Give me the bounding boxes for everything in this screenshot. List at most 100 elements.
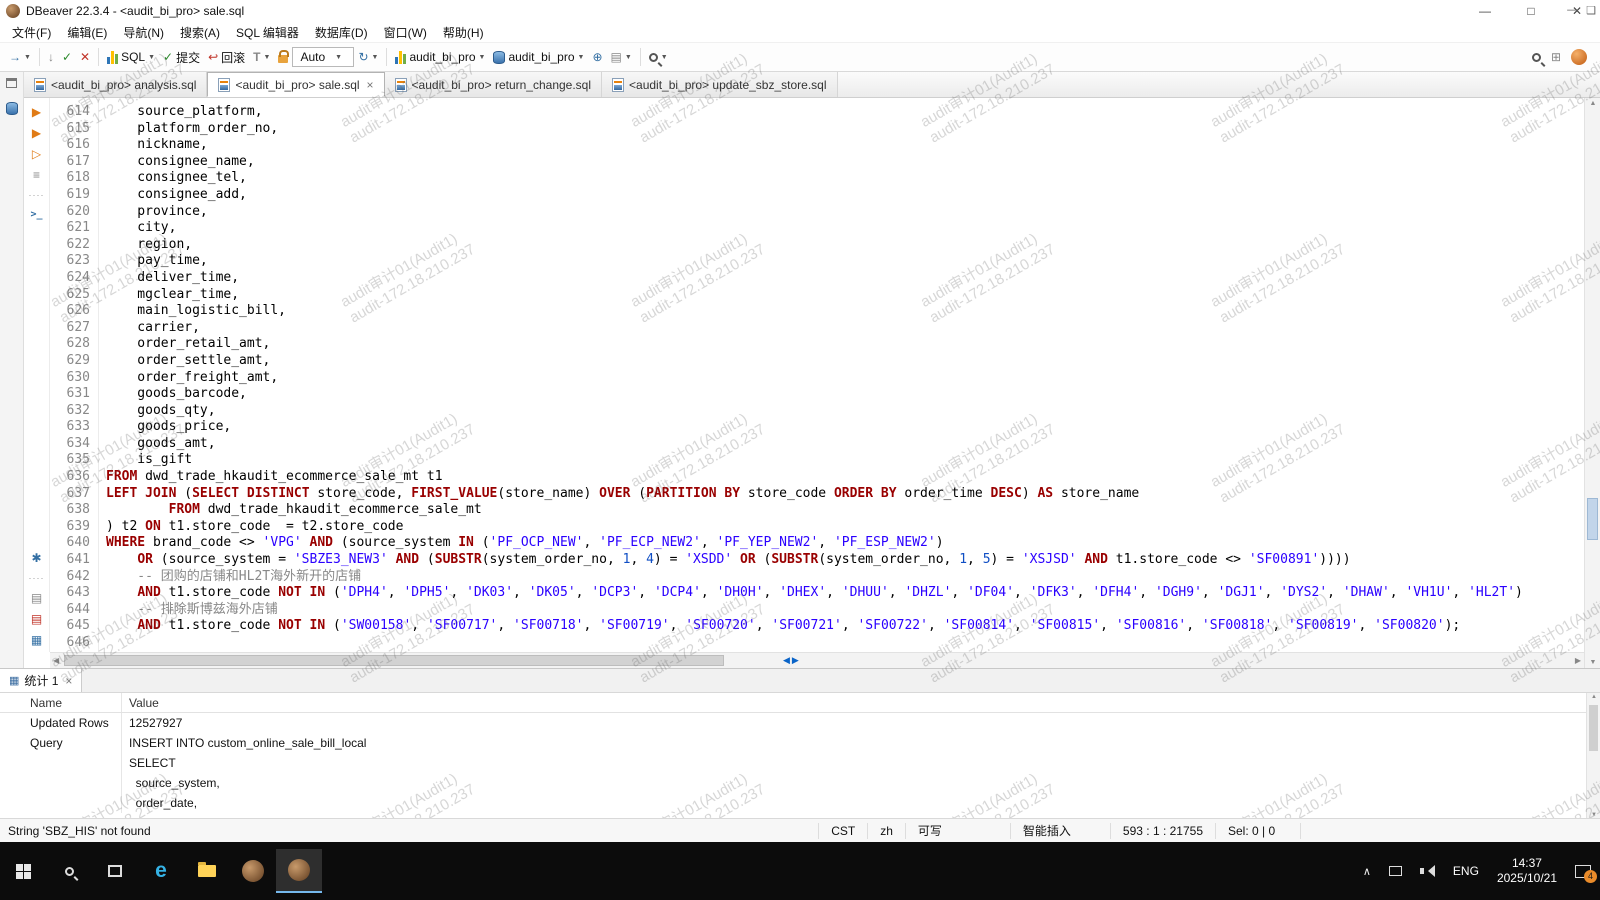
output-log-icon[interactable]: ▤ — [31, 592, 42, 604]
quick-search-icon[interactable] — [1532, 53, 1541, 62]
editor-tab-analysis[interactable]: <audit_bi_pro> analysis.sql — [24, 72, 207, 97]
system-tray: ∧ ENG 14:37 2025/10/21 4 — [1354, 842, 1600, 900]
menu-item[interactable]: 导航(N) — [115, 24, 172, 41]
commit-mode-combo[interactable]: Auto ▼ — [292, 47, 354, 67]
database-selector[interactable]: audit_bi_pro ▼ — [489, 45, 588, 69]
edge-button[interactable]: e — [138, 849, 184, 893]
title-bar: DBeaver 22.3.4 - <audit_bi_pro> sale.sql… — [0, 0, 1600, 22]
editor-tab-return-change[interactable]: <audit_bi_pro> return_change.sql — [385, 72, 602, 97]
file-explorer-button[interactable] — [184, 849, 230, 893]
dbeaver-active-taskbar-button[interactable] — [276, 849, 322, 893]
network-profile-button[interactable]: ▤ ▼ — [607, 45, 636, 69]
chevron-down-icon: ▼ — [372, 54, 379, 61]
more-actions-icon[interactable]: ···· — [29, 573, 45, 583]
cell-value: source_system, — [122, 773, 1600, 793]
toolbar-search-button[interactable]: ▼ — [645, 45, 672, 69]
menu-item[interactable]: 窗口(W) — [376, 24, 435, 41]
tray-expand-button[interactable]: ∧ — [1354, 842, 1380, 900]
minimize-editor-icon[interactable]: — — [1567, 4, 1578, 17]
minimize-button[interactable]: — — [1462, 0, 1508, 22]
editor-tab-update-sbz-store[interactable]: <audit_bi_pro> update_sbz_store.sql — [602, 72, 837, 97]
restore-panel-icon[interactable] — [6, 78, 17, 88]
code-line: pay_time, — [106, 253, 1584, 270]
results-panel: ▦ 统计 1 × Name Value Updated Rows12527927… — [0, 668, 1600, 818]
transaction-log-button[interactable]: T ▼ — [249, 45, 274, 69]
menu-item[interactable]: 搜索(A) — [172, 24, 228, 41]
horizontal-scroll-thumb[interactable] — [64, 655, 724, 666]
perspective-icon[interactable]: ⊞ — [1551, 51, 1561, 63]
connection-name: audit_bi_pro — [409, 50, 475, 64]
vertical-scrollbar[interactable]: ▲ ▼ — [1584, 98, 1600, 668]
tray-display-button[interactable] — [1380, 842, 1411, 900]
download-icon: ↓ — [48, 51, 54, 63]
dbeaver-taskbar-button[interactable] — [230, 849, 276, 893]
code-line: source_platform, — [106, 104, 1584, 121]
execute-new-tab-icon[interactable]: ▷ — [32, 148, 41, 160]
scroll-left-icon[interactable]: ◀ — [53, 656, 59, 665]
start-button[interactable] — [0, 849, 46, 893]
scroll-right-icon[interactable]: ▶ — [1575, 656, 1581, 665]
cell-name — [0, 793, 122, 813]
menu-item[interactable]: SQL 编辑器 — [228, 24, 307, 41]
sql-console-icon[interactable]: >_ — [30, 209, 42, 220]
toolbar-separator — [640, 48, 641, 66]
settings-gear-icon[interactable]: ✱ — [31, 552, 41, 564]
column-header-value[interactable]: Value — [122, 693, 1600, 712]
script-position-markers-icon[interactable]: ◀▶ — [783, 655, 801, 666]
table-row[interactable]: Updated Rows12527927 — [0, 713, 1600, 733]
connection-selector[interactable]: audit_bi_pro ▼ — [391, 45, 489, 69]
statistics-tab[interactable]: ▦ 统计 1 × — [0, 669, 82, 692]
menu-item[interactable]: 数据库(D) — [307, 24, 376, 41]
task-view-button[interactable] — [92, 849, 138, 893]
results-scroll-thumb[interactable] — [1589, 705, 1598, 751]
column-header-name[interactable]: Name — [0, 693, 122, 712]
refresh-button[interactable]: ↻ ▼ — [354, 45, 382, 69]
connection-icon — [395, 51, 406, 64]
close-icon[interactable]: × — [365, 78, 374, 92]
scroll-up-icon[interactable]: ▲ — [1587, 694, 1600, 700]
language-indicator[interactable]: ENG — [1444, 842, 1488, 900]
results-scrollbar[interactable]: ▲ ▼ — [1586, 693, 1600, 819]
code-line: FROM dwd_trade_hkaudit_ecommerce_sale_mt… — [106, 469, 1584, 486]
line-number-gutter[interactable]: 6146156166176186196206216226236246256266… — [50, 98, 99, 652]
transaction-lock-button[interactable] — [274, 45, 292, 69]
dbeaver-pro-icon[interactable] — [1571, 49, 1587, 65]
commit-button[interactable]: ✓ 提交 — [159, 45, 204, 69]
table-row[interactable]: source_system, — [0, 773, 1600, 793]
error-log-icon[interactable]: ▤ — [31, 613, 42, 625]
globe-button[interactable]: ⊕ — [588, 45, 606, 69]
scroll-down-icon[interactable]: ▼ — [1585, 659, 1600, 666]
execute-statement-icon[interactable]: ▶ — [32, 106, 41, 118]
maximize-button[interactable]: □ — [1508, 0, 1554, 22]
volume-button[interactable] — [1411, 842, 1444, 900]
explain-plan-icon[interactable]: ≡ — [33, 169, 40, 181]
menu-item[interactable]: 帮助(H) — [435, 24, 492, 41]
table-row[interactable]: SELECT — [0, 753, 1600, 773]
scroll-up-icon[interactable]: ▲ — [1585, 100, 1600, 107]
menu-item[interactable]: 编辑(E) — [59, 24, 115, 41]
collapsed-navigator-strip — [0, 72, 24, 668]
clock[interactable]: 14:37 2025/10/21 — [1488, 842, 1566, 900]
sql-code-area[interactable]: source_platform, platform_order_no, nick… — [100, 98, 1584, 652]
more-actions-icon[interactable]: ···· — [29, 190, 45, 200]
execute-script-icon[interactable]: ▶ — [32, 127, 41, 139]
horizontal-scrollbar[interactable]: ◀ ◀▶ ▶ — [50, 652, 1584, 668]
table-row[interactable]: QueryINSERT INTO custom_online_sale_bill… — [0, 733, 1600, 753]
taskbar-search-button[interactable] — [46, 849, 92, 893]
vertical-scroll-thumb[interactable] — [1587, 498, 1598, 540]
menu-item[interactable]: 文件(F) — [4, 24, 59, 41]
time-label: 14:37 — [1512, 856, 1542, 871]
rollback-button[interactable]: ↩ 回滚 — [204, 45, 249, 69]
fetch-button[interactable]: ↓ — [44, 45, 58, 69]
database-navigator-icon[interactable] — [6, 102, 18, 115]
editor-tab-sale[interactable]: <audit_bi_pro> sale.sql × — [207, 72, 384, 97]
table-row[interactable]: order_date, — [0, 793, 1600, 813]
commit-icon-button[interactable]: ✓ — [58, 45, 76, 69]
sql-editor-selector[interactable]: SQL ▼ — [103, 45, 159, 69]
notification-center-button[interactable]: 4 — [1566, 842, 1600, 900]
maximize-editor-icon[interactable]: ❑ — [1586, 4, 1596, 17]
open-connection-button[interactable]: → ▼ — [5, 45, 35, 69]
result-grid-icon[interactable]: ▦ — [31, 634, 42, 646]
rollback-icon-button[interactable]: ✕ — [76, 45, 94, 69]
close-icon[interactable]: × — [63, 674, 72, 688]
